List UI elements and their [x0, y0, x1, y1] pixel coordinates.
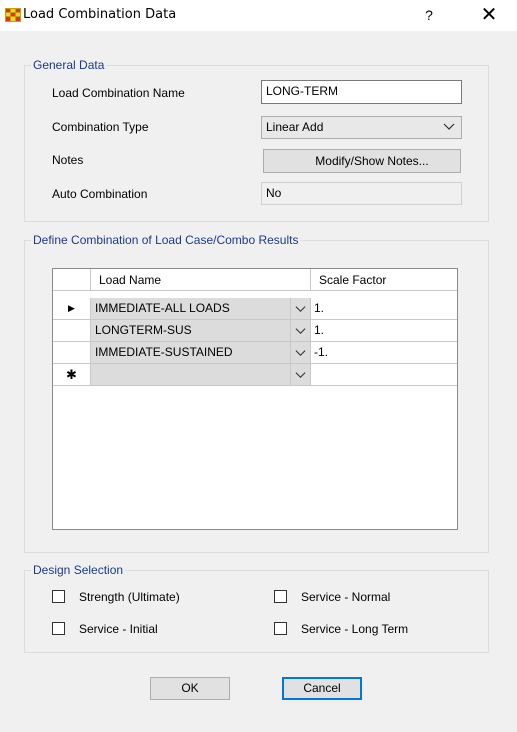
- combination-type-label: Combination Type: [52, 120, 149, 134]
- notes-label: Notes: [52, 153, 84, 167]
- design-selection-legend: Design Selection: [33, 563, 124, 577]
- load-name-dropdown[interactable]: [291, 298, 311, 320]
- load-name-cell[interactable]: IMMEDIATE-SUSTAINED: [91, 342, 291, 364]
- cancel-button[interactable]: Cancel: [282, 677, 362, 700]
- load-name-dropdown[interactable]: [291, 364, 311, 386]
- load-name-cell[interactable]: LONGTERM-SUS: [91, 320, 291, 342]
- chevron-down-icon: [295, 306, 306, 313]
- scale-factor-cell[interactable]: 1.: [311, 320, 457, 342]
- load-name-dropdown[interactable]: [291, 342, 311, 364]
- column-header-load-name[interactable]: Load Name: [91, 269, 311, 291]
- modify-show-notes-button[interactable]: Modify/Show Notes...: [263, 149, 461, 173]
- service-normal-label[interactable]: Service - Normal: [301, 590, 390, 604]
- combination-type-select[interactable]: Linear Add: [261, 116, 462, 139]
- title-bar: Load Combination Data ? ✕: [0, 0, 517, 31]
- row-selector-new[interactable]: ✱: [53, 364, 91, 386]
- auto-combination-value: No: [261, 182, 462, 205]
- chevron-down-icon: [295, 372, 306, 379]
- chevron-down-icon: [295, 328, 306, 335]
- scale-factor-cell[interactable]: [311, 364, 457, 386]
- auto-combination-label: Auto Combination: [52, 187, 148, 201]
- table-row[interactable]: LONGTERM-SUS 1.: [53, 320, 457, 342]
- load-name-dropdown[interactable]: [291, 320, 311, 342]
- table-row-new[interactable]: ✱: [53, 364, 457, 386]
- define-combination-legend: Define Combination of Load Case/Combo Re…: [33, 233, 299, 247]
- table-row[interactable]: IMMEDIATE-SUSTAINED -1.: [53, 342, 457, 364]
- load-name-cell[interactable]: [91, 364, 291, 386]
- combination-name-input[interactable]: LONG-TERM: [261, 80, 462, 104]
- help-button[interactable]: ?: [412, 0, 446, 31]
- scale-factor-cell[interactable]: -1.: [311, 342, 457, 364]
- strength-ultimate-label[interactable]: Strength (Ultimate): [79, 590, 180, 604]
- combination-name-label: Load Combination Name: [52, 86, 185, 100]
- service-initial-label[interactable]: Service - Initial: [79, 622, 158, 636]
- ok-button[interactable]: OK: [150, 677, 230, 700]
- scale-factor-cell[interactable]: 1.: [311, 298, 457, 320]
- service-long-term-label[interactable]: Service - Long Term: [301, 622, 408, 636]
- general-data-legend: General Data: [33, 58, 105, 72]
- service-long-term-checkbox[interactable]: [274, 622, 287, 635]
- app-icon: [5, 8, 21, 22]
- close-button[interactable]: ✕: [472, 0, 506, 31]
- combination-type-value: Linear Add: [266, 120, 324, 134]
- load-name-cell[interactable]: IMMEDIATE-ALL LOADS: [91, 298, 291, 320]
- strength-ultimate-checkbox[interactable]: [52, 590, 65, 603]
- row-header-corner: [53, 269, 91, 291]
- row-selector[interactable]: [53, 320, 91, 342]
- table-row[interactable]: ▶ IMMEDIATE-ALL LOADS 1.: [53, 298, 457, 320]
- chevron-down-icon: [443, 123, 455, 130]
- column-header-scale-factor[interactable]: Scale Factor: [311, 269, 457, 291]
- row-selector-current[interactable]: ▶: [53, 298, 91, 320]
- service-normal-checkbox[interactable]: [274, 590, 287, 603]
- load-combination-grid[interactable]: Load Name Scale Factor ▶ IMMEDIATE-ALL L…: [52, 268, 458, 530]
- service-initial-checkbox[interactable]: [52, 622, 65, 635]
- window-title: Load Combination Data: [23, 7, 177, 22]
- chevron-down-icon: [295, 350, 306, 357]
- row-selector[interactable]: [53, 342, 91, 364]
- design-selection-group: Design Selection: [24, 563, 489, 653]
